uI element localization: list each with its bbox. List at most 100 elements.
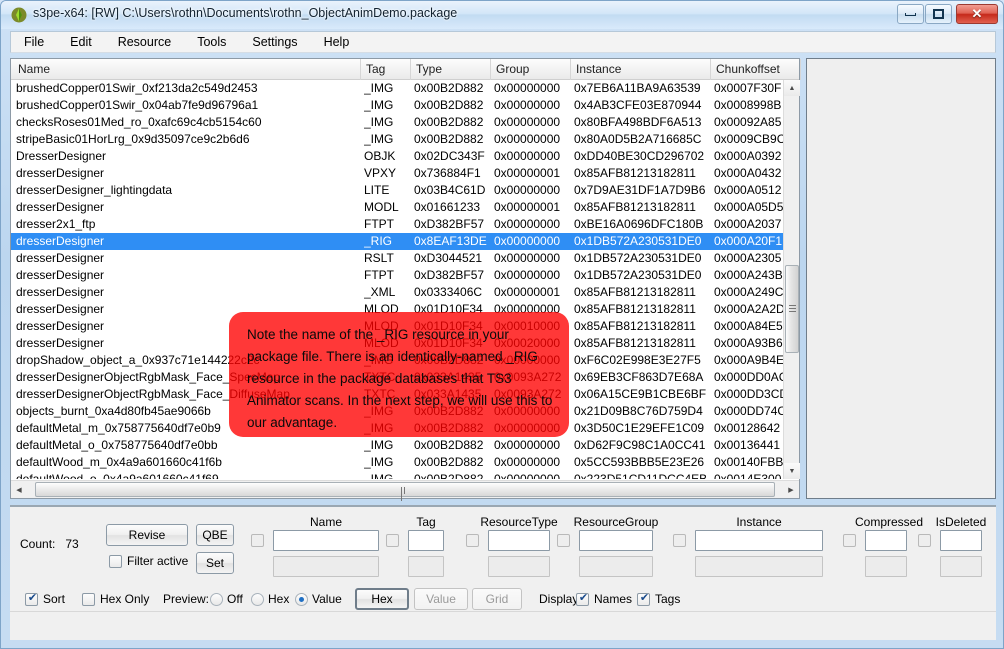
filter-input-secondary-instance: [695, 556, 823, 577]
cell-tag: LITE: [364, 183, 390, 197]
cell-instance: 0x85AFB81213182811: [574, 285, 696, 299]
menu-item-resource[interactable]: Resource: [105, 32, 185, 52]
count-caption: Count:: [20, 537, 56, 551]
column-header-type[interactable]: Type: [411, 59, 491, 80]
cell-group: 0x00000000: [494, 234, 561, 248]
sort-checkbox[interactable]: [25, 591, 39, 606]
scroll-down-button[interactable]: ▼: [784, 463, 800, 479]
preview-hex-radio[interactable]: [251, 593, 264, 606]
cell-tag: RSLT: [364, 251, 394, 265]
cell-type: 0x00B2D882: [414, 132, 484, 146]
filter-checkbox-resourcetype[interactable]: [466, 534, 479, 547]
hex-only-checkbox[interactable]: [82, 593, 95, 606]
qbe-button[interactable]: QBE: [196, 524, 234, 546]
cell-name: dresserDesigner: [16, 234, 105, 248]
hex-only-label: Hex Only: [100, 592, 150, 606]
preview-value-radio[interactable]: [295, 593, 308, 606]
revise-button[interactable]: Revise: [106, 524, 188, 546]
cell-instance: 0x3D50C1E29EFE1C09: [574, 421, 705, 435]
hex-view-button[interactable]: Hex: [355, 588, 409, 610]
table-row[interactable]: dresserDesigner _RIG 0x8EAF13DE 0x00000000 0…: [11, 233, 799, 250]
scroll-up-button[interactable]: ▲: [784, 80, 800, 96]
cell-tag: VPXY: [364, 166, 397, 180]
horizontal-scrollbar-thumb[interactable]: [35, 482, 775, 501]
cell-tag: _IMG: [364, 132, 394, 146]
display-tags-checkbox[interactable]: [637, 591, 651, 606]
cell-group: 0x00000001: [494, 200, 561, 214]
cell-tag: _IMG: [364, 98, 394, 112]
cell-tag: _IMG: [364, 472, 394, 479]
cell-group: 0x00000001: [494, 285, 561, 299]
cell-group: 0x00000001: [494, 166, 561, 180]
cell-tag: _RIG: [364, 234, 393, 248]
table-row[interactable]: defaultMetal_o_0x758775640df7e0bb _IMG 0x0…: [11, 437, 799, 454]
menu-item-help[interactable]: Help: [311, 32, 363, 52]
filter-input-isdeleted[interactable]: [940, 530, 982, 551]
vertical-scrollbar[interactable]: ▲ ▼: [783, 80, 800, 479]
filter-checkbox-name[interactable]: [251, 534, 264, 547]
table-row[interactable]: defaultWood_m_0x4a9a601660c41f6b _IMG 0x00…: [11, 454, 799, 471]
table-row[interactable]: DresserDesigner OBJK 0x02DC343F 0x00000000 0…: [11, 148, 799, 165]
annotation-callout: Note the name of the _RIG resource in yo…: [229, 312, 569, 437]
set-button[interactable]: Set: [196, 552, 234, 574]
table-row[interactable]: dresserDesigner_lightingdata LITE 0x03B4C6…: [11, 182, 799, 199]
filter-checkbox-isdeleted[interactable]: [918, 534, 931, 547]
cell-tag: _IMG: [364, 81, 394, 95]
column-header-tag[interactable]: Tag: [361, 59, 411, 80]
minimize-button[interactable]: [897, 4, 924, 24]
filter-input-tag[interactable]: [408, 530, 444, 551]
table-row[interactable]: defaultWood_o_0x4a9a601660c41f69 _IMG 0x00…: [11, 471, 799, 479]
filter-checkbox-resourcegroup[interactable]: [557, 534, 570, 547]
cell-group: 0x00000000: [494, 472, 561, 479]
column-header-name[interactable]: Name: [13, 59, 361, 80]
table-row[interactable]: stripeBasic01HorLrg_0x9d35097ce9c2b6d6 _I…: [11, 131, 799, 148]
display-names-checkbox[interactable]: [576, 591, 590, 606]
cell-instance: 0x85AFB81213182811: [574, 336, 696, 350]
vertical-scrollbar-thumb[interactable]: [785, 265, 799, 353]
menu-item-tools[interactable]: Tools: [184, 32, 239, 52]
menu-item-edit[interactable]: Edit: [57, 32, 105, 52]
table-row[interactable]: dresserDesigner RSLT 0xD3044521 0x00000000 0…: [11, 250, 799, 267]
filter-checkbox-instance[interactable]: [673, 534, 686, 547]
filter-input-compressed[interactable]: [865, 530, 907, 551]
cell-type: 0x8EAF13DE: [414, 234, 487, 248]
count-value: 73: [65, 537, 79, 551]
cell-instance: 0xDD40BE30CD296702: [574, 149, 705, 163]
maximize-button[interactable]: [925, 4, 952, 24]
column-header-group[interactable]: Group: [491, 59, 571, 80]
cell-instance: 0xD62F9C98C1A0CC41: [574, 438, 706, 452]
column-header-chunkoffset[interactable]: Chunkoffset: [711, 59, 801, 80]
table-row[interactable]: checksRoses01Med_ro_0xafc69c4cb5154c60 _I…: [11, 114, 799, 131]
filter-input-resourcegroup[interactable]: [579, 530, 653, 551]
table-row[interactable]: dresserDesigner MODL 0x01661233 0x00000001 0…: [11, 199, 799, 216]
table-row[interactable]: dresser2x1_ftp FTPT 0xD382BF57 0x00000000 0x…: [11, 216, 799, 233]
plumbob-icon: [11, 7, 27, 23]
close-button[interactable]: ✕: [956, 4, 998, 24]
filter-input-resourcetype[interactable]: [488, 530, 550, 551]
filter-input-name[interactable]: [273, 530, 379, 551]
menu-item-file[interactable]: File: [11, 32, 57, 52]
cell-instance: 0x85AFB81213182811: [574, 200, 696, 214]
horizontal-scrollbar[interactable]: ◀ ▶: [11, 480, 799, 501]
filter-input-instance[interactable]: [695, 530, 823, 551]
scroll-left-button[interactable]: ◀: [11, 481, 27, 498]
scroll-right-button[interactable]: ▶: [783, 481, 799, 498]
preview-off-radio[interactable]: [210, 593, 223, 606]
filter-active-checkbox[interactable]: [109, 555, 122, 568]
filter-checkbox-tag[interactable]: [386, 534, 399, 547]
filter-input-secondary-tag: [408, 556, 444, 577]
resource-list-header: Name Tag Type Group Instance Chunkoffset: [11, 59, 801, 80]
table-row[interactable]: dresserDesigner FTPT 0xD382BF57 0x00000000 0…: [11, 267, 799, 284]
table-row[interactable]: brushedCopper01Swir_0x04ab7fe9d96796a1 _I…: [11, 97, 799, 114]
application-window: s3pe-x64: [RW] C:\Users\rothn\Documents\…: [0, 0, 1004, 649]
table-row[interactable]: dresserDesigner _XML 0x0333406C 0x00000001 0…: [11, 284, 799, 301]
table-row[interactable]: brushedCopper01Swir_0xf213da2c549d2453 _I…: [11, 80, 799, 97]
column-header-instance[interactable]: Instance: [571, 59, 711, 80]
maximize-icon: [926, 5, 951, 23]
filter-label-isdeleted: IsDeleted: [935, 515, 987, 529]
filter-checkbox-compressed[interactable]: [843, 534, 856, 547]
table-row[interactable]: dresserDesigner VPXY 0x736884F1 0x00000001 0…: [11, 165, 799, 182]
menu-item-settings[interactable]: Settings: [239, 32, 310, 52]
cell-instance: 0x7D9AE31DF1A7D9B6: [574, 183, 706, 197]
cell-group: 0x00000000: [494, 149, 561, 163]
